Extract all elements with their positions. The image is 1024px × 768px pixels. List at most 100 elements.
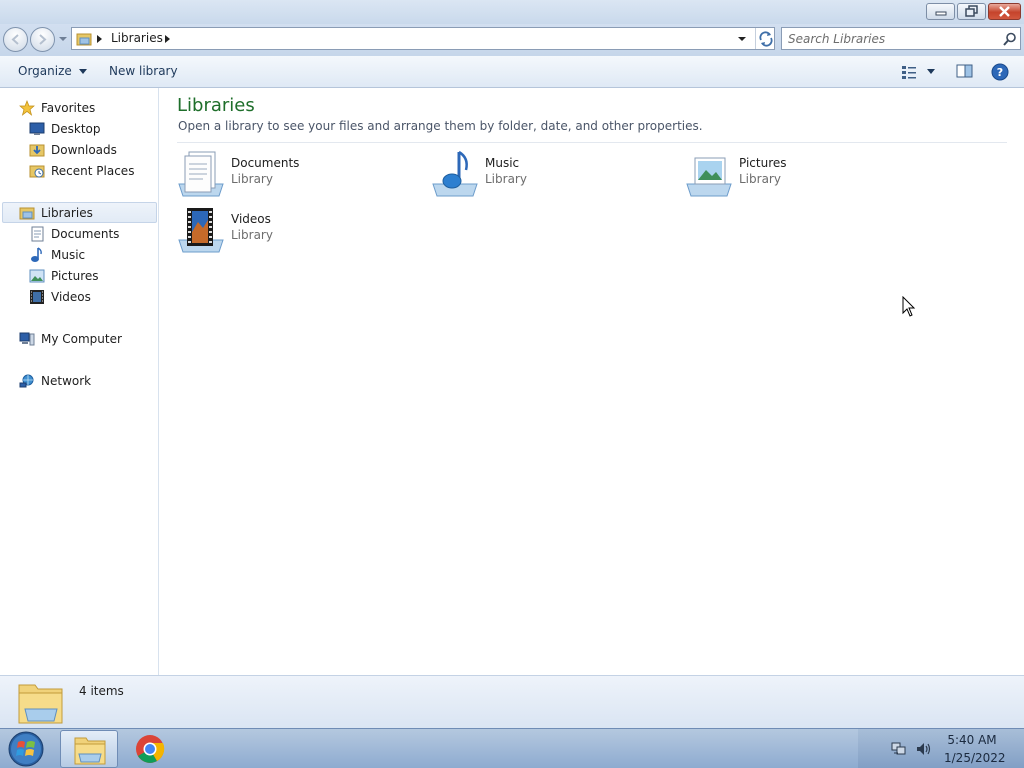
libraries-label: Libraries (41, 205, 93, 220)
back-button[interactable] (3, 27, 28, 52)
divider (177, 142, 1007, 143)
sidebar-item-documents[interactable]: Documents (29, 223, 119, 244)
videos-label: Videos (51, 289, 91, 304)
view-options-chevron-icon[interactable] (927, 69, 935, 75)
taskbar-google-chrome[interactable] (125, 730, 177, 768)
address-row: Libraries (0, 24, 1024, 56)
sidebar-item-favorites[interactable]: Favorites (19, 97, 95, 118)
favorites-label: Favorites (41, 100, 96, 115)
music-icon (31, 246, 42, 262)
content-pane: Libraries Open a library to see your fil… (160, 88, 1024, 675)
new-library-button[interactable]: New library (109, 64, 178, 78)
search-icon[interactable] (1003, 32, 1017, 46)
desktop-icon (29, 122, 45, 135)
library-tile-documents[interactable]: Documents Library (177, 150, 407, 202)
search-box[interactable] (781, 27, 1021, 50)
folder-icon (74, 737, 106, 765)
computer-icon (19, 332, 35, 345)
svg-text:?: ? (997, 66, 1003, 79)
restore-icon (965, 5, 978, 17)
chevron-down-icon (78, 68, 87, 74)
refresh-button[interactable] (755, 28, 775, 49)
tile-type: Library (485, 172, 527, 186)
taskbar-windows-explorer[interactable] (60, 730, 118, 768)
library-tile-music[interactable]: Music Library (431, 150, 661, 202)
tile-name: Videos (231, 212, 271, 226)
sidebar-item-desktop[interactable]: Desktop (29, 118, 101, 139)
sidebar-item-videos[interactable]: Videos (29, 286, 91, 307)
pictures-label: Pictures (51, 268, 99, 283)
chevron-down-icon (59, 37, 67, 41)
library-tile-pictures[interactable]: Pictures Library (685, 150, 915, 202)
recent-pages-dropdown[interactable] (58, 34, 68, 44)
videos-icon (30, 289, 44, 304)
my-computer-label: My Computer (41, 331, 122, 346)
chevron-right-icon[interactable] (97, 35, 103, 43)
page-subtitle: Open a library to see your files and arr… (178, 119, 703, 133)
downloads-icon (29, 144, 45, 156)
window-title-bar[interactable] (0, 0, 1024, 24)
tile-name: Documents (231, 156, 300, 170)
downloads-label: Downloads (51, 142, 117, 157)
music-label: Music (51, 247, 86, 262)
search-input[interactable] (788, 31, 993, 47)
close-icon (999, 6, 1010, 17)
volume-icon[interactable] (915, 741, 931, 757)
sidebar-item-recent-places[interactable]: Recent Places (29, 160, 134, 181)
address-bar[interactable]: Libraries (71, 27, 775, 50)
sidebar-item-downloads[interactable]: Downloads (29, 139, 117, 160)
preview-pane-icon[interactable] (956, 63, 973, 79)
sidebar-item-network[interactable]: Network (19, 370, 91, 391)
sidebar-item-music[interactable]: Music (29, 244, 85, 265)
page-title: Libraries (177, 95, 255, 116)
sidebar-item-my-computer[interactable]: My Computer (19, 328, 122, 349)
item-count: 4 items (79, 684, 124, 698)
minimize-button[interactable] (926, 3, 955, 20)
clock-time[interactable]: 5:40 AM (946, 733, 998, 747)
documents-icon (31, 226, 44, 241)
sidebar-item-libraries[interactable]: Libraries (2, 202, 157, 223)
refresh-icon (759, 31, 773, 47)
back-arrow-icon (11, 34, 19, 45)
libraries-icon (19, 207, 35, 219)
chevron-down-icon (738, 37, 746, 41)
start-button[interactable] (4, 730, 48, 768)
documents-library-icon (178, 151, 224, 197)
tile-name: Pictures (739, 156, 787, 170)
libraries-folder-icon (18, 684, 63, 724)
music-library-icon (432, 150, 478, 197)
chrome-icon (136, 735, 165, 763)
videos-library-icon (178, 208, 224, 253)
star-icon (19, 99, 35, 116)
pictures-library-icon (686, 157, 732, 197)
recent-places-label: Recent Places (51, 163, 135, 178)
tile-type: Library (231, 228, 273, 242)
network-label: Network (41, 373, 92, 388)
network-status-icon[interactable] (891, 741, 907, 757)
chevron-right-icon[interactable] (165, 35, 171, 43)
navigation-pane: Favorites Desktop Downloads Recent Place… (0, 88, 159, 675)
forward-arrow-icon (39, 34, 47, 45)
organize-button[interactable]: Organize (18, 64, 87, 78)
address-history-dropdown[interactable] (732, 28, 752, 49)
tile-name: Music (485, 156, 520, 170)
library-tile-videos[interactable]: Videos Library (177, 206, 407, 258)
recent-places-icon (29, 165, 45, 177)
maximize-button[interactable] (957, 3, 986, 20)
forward-button[interactable] (30, 27, 55, 52)
documents-label: Documents (51, 226, 120, 241)
change-view-icon[interactable] (901, 64, 917, 80)
desktop-label: Desktop (51, 121, 101, 136)
clock-date[interactable]: 1/25/2022 (944, 751, 1006, 765)
details-pane: 4 items (0, 675, 1024, 728)
pictures-icon (29, 269, 45, 282)
breadcrumb-libraries[interactable]: Libraries (111, 31, 163, 45)
tile-type: Library (739, 172, 781, 186)
sidebar-item-pictures[interactable]: Pictures (29, 265, 99, 286)
windows-logo-icon (8, 731, 44, 767)
taskbar: 5:40 AM 1/25/2022 (0, 728, 1024, 768)
minimize-icon (935, 11, 947, 16)
close-button[interactable] (988, 3, 1021, 20)
help-icon[interactable]: ? (991, 63, 1009, 81)
organize-label: Organize (18, 64, 72, 78)
